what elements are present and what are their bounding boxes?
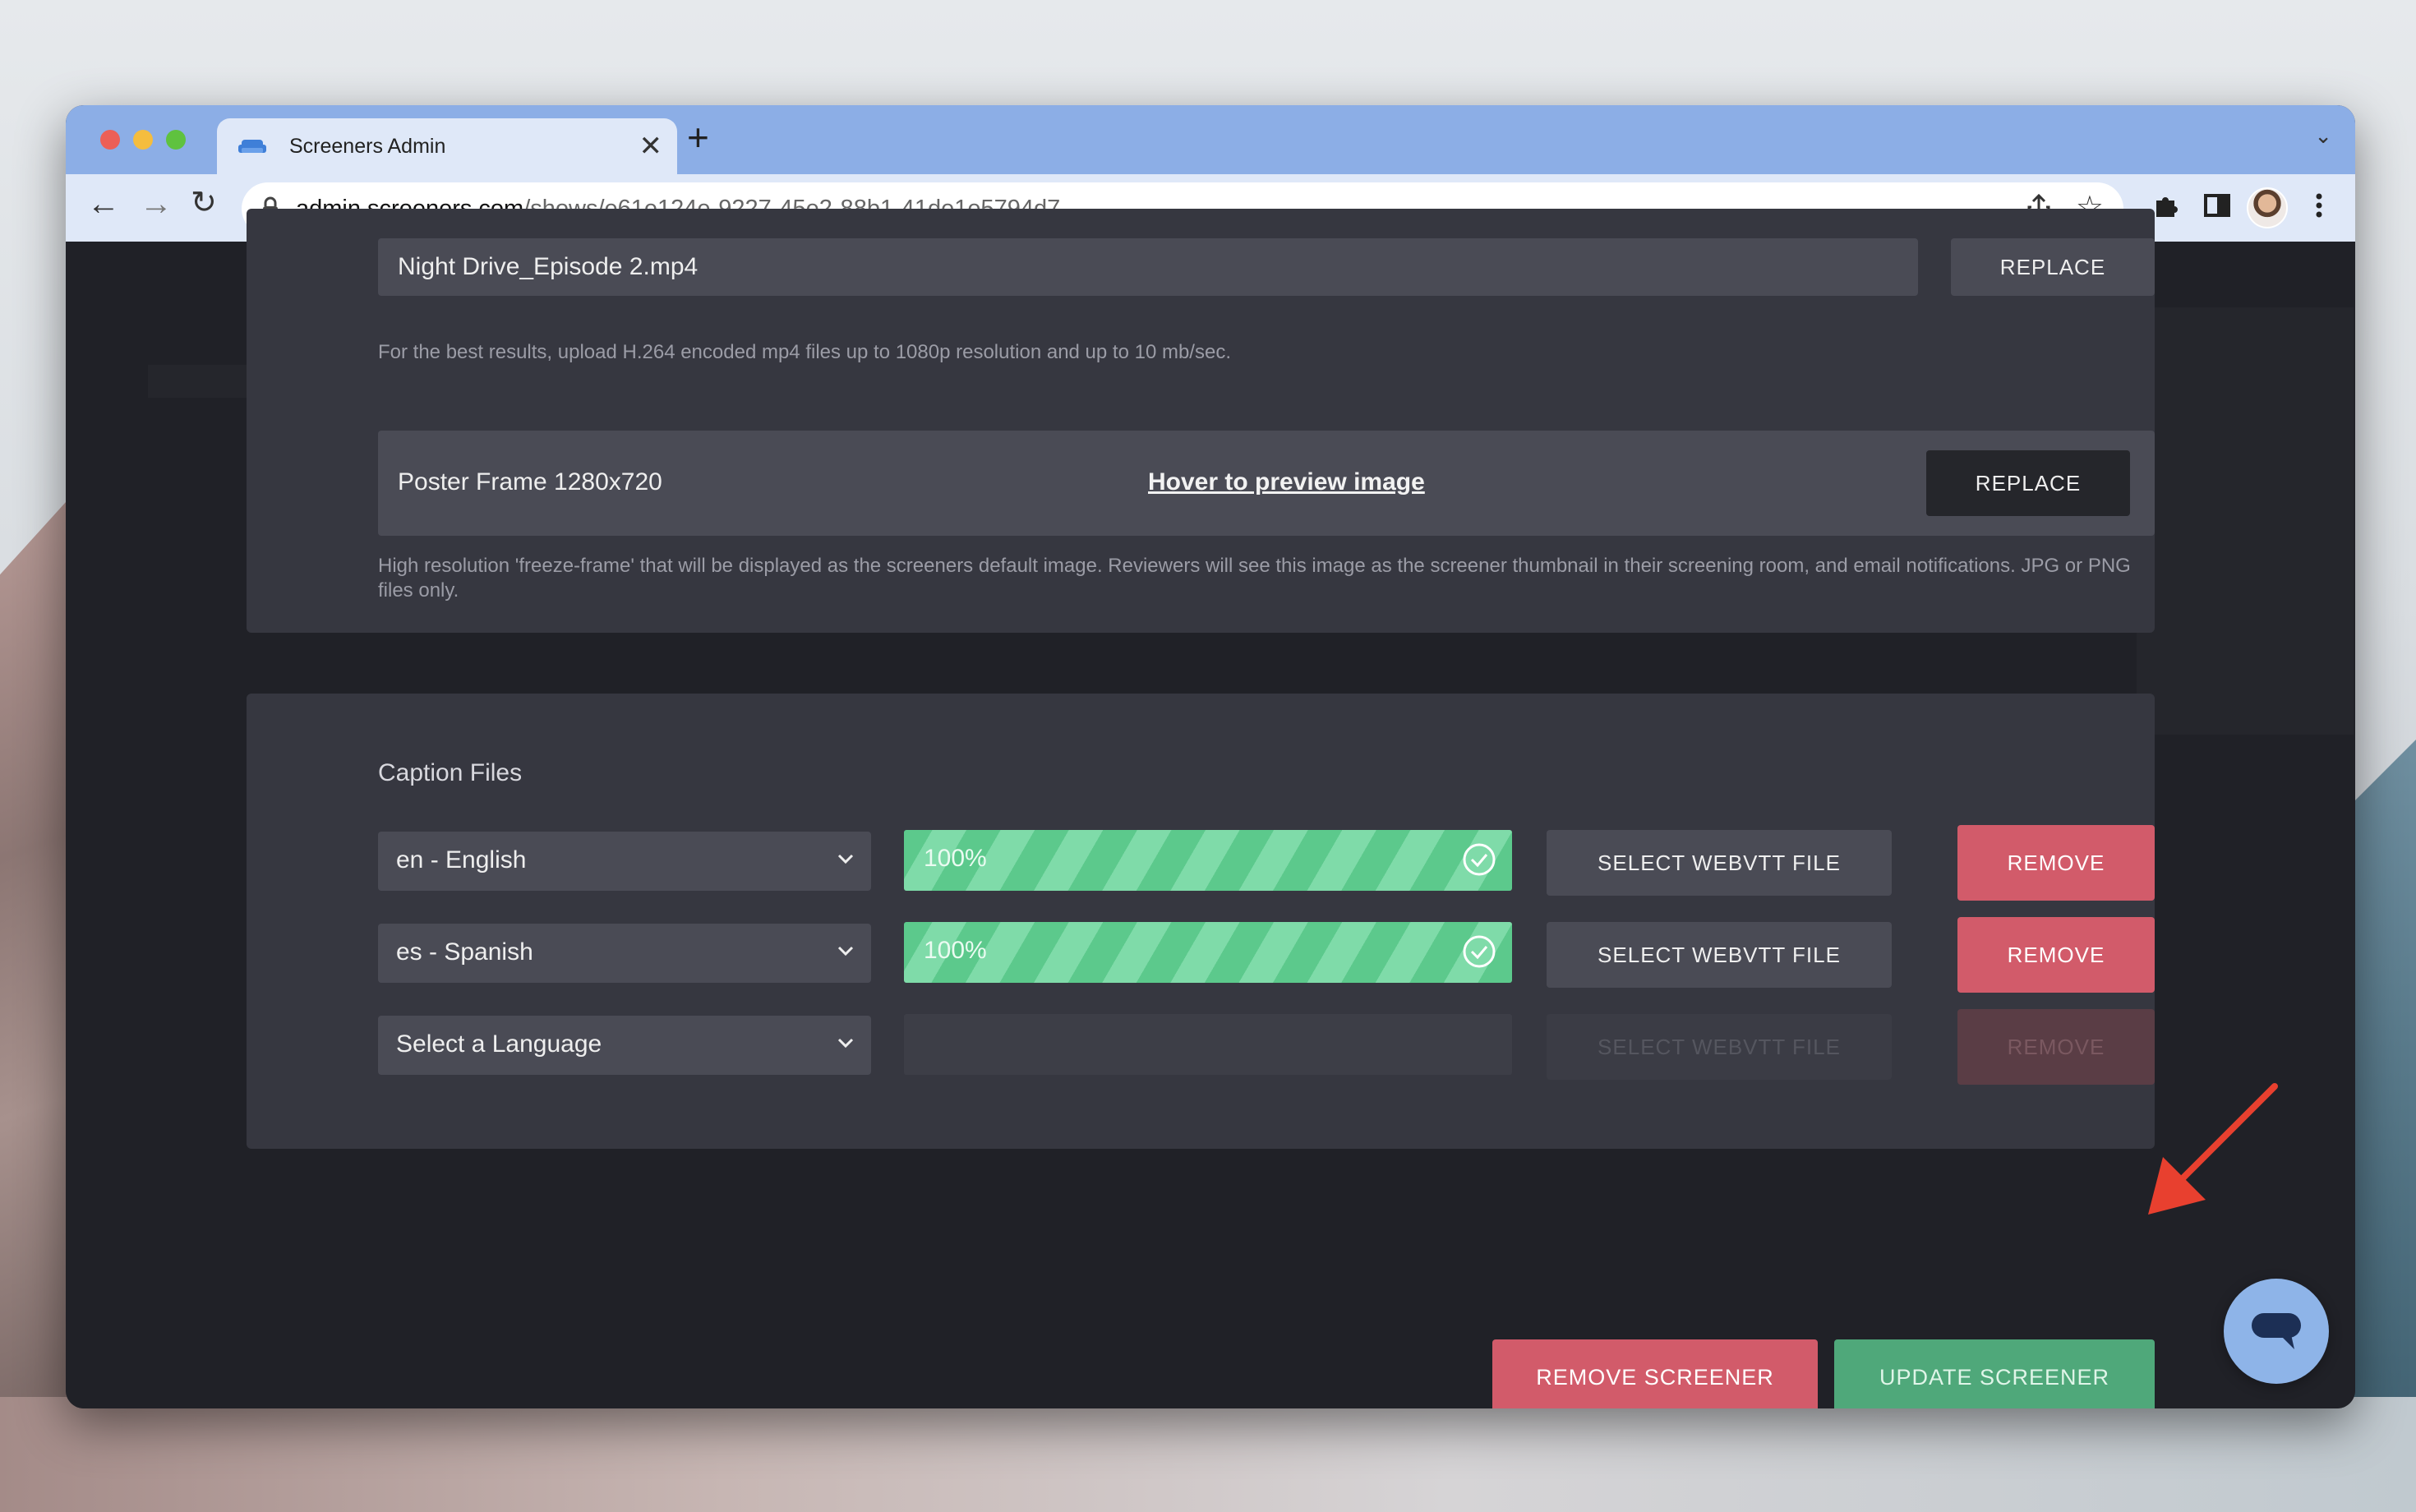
remove-caption-button-3: REMOVE: [1957, 1009, 2155, 1085]
tab-search-chevron-icon[interactable]: ⌄: [2314, 123, 2332, 149]
chat-bubble-icon: [2252, 1313, 2301, 1349]
caption-language-value: es - Spanish: [396, 938, 533, 966]
browser-window: Screeners Admin ✕ + ⌄ ← → ↻ admin.screen…: [66, 105, 2355, 1408]
more-menu-icon[interactable]: [2311, 189, 2327, 222]
chat-launcher-button[interactable]: [2224, 1279, 2329, 1384]
poster-frame-field: Poster Frame 1280x720 Hover to preview i…: [378, 431, 2155, 536]
hover-preview-link[interactable]: Hover to preview image: [1148, 468, 1425, 496]
select-webvtt-button-3: SELECT WEBVTT FILE: [1547, 1014, 1892, 1080]
forward-arrow-icon[interactable]: →: [140, 187, 173, 220]
page-content: Night Drive_Episode 2.mp4 REPLACE For th…: [66, 209, 2355, 1408]
background-panel-ghost: [2137, 307, 2354, 735]
check-circle-icon: [1463, 843, 1496, 876]
remove-caption-button-2[interactable]: REMOVE: [1957, 917, 2155, 993]
poster-hint: High resolution 'freeze-frame' that will…: [378, 555, 2131, 602]
caption-upload-progress-3: [904, 1014, 1512, 1075]
caption-upload-progress-2: 100%: [904, 922, 1512, 983]
progress-percent: 100%: [924, 845, 987, 872]
new-tab-button[interactable]: +: [687, 118, 709, 156]
video-file-field: Night Drive_Episode 2.mp4: [378, 238, 1918, 296]
remove-caption-button-1[interactable]: REMOVE: [1957, 825, 2155, 901]
caption-files-title: Caption Files: [378, 759, 523, 786]
video-hint: For the best results, upload H.264 encod…: [378, 341, 1231, 363]
sofa-icon: [238, 140, 266, 153]
caption-upload-progress-1: 100%: [904, 830, 1512, 891]
zoom-window-button[interactable]: [166, 130, 186, 150]
minimize-window-button[interactable]: [133, 130, 153, 150]
back-arrow-icon[interactable]: ←: [87, 187, 120, 220]
caption-language-select-3[interactable]: Select a Language: [378, 1016, 871, 1075]
caption-language-select-2[interactable]: es - Spanish: [378, 924, 871, 983]
extensions-puzzle-icon[interactable]: [2150, 189, 2183, 222]
video-settings-card: Night Drive_Episode 2.mp4 REPLACE For th…: [247, 209, 2155, 633]
check-circle-icon: [1463, 935, 1496, 968]
tab-strip: Screeners Admin ✕ + ⌄: [66, 105, 2355, 174]
chevron-down-icon: [837, 1038, 854, 1049]
profile-avatar[interactable]: [2247, 187, 2288, 228]
background-sidebar-ghost: [148, 365, 247, 398]
annotation-arrow-icon: [2148, 1083, 2278, 1215]
remove-screener-button[interactable]: REMOVE SCREENER: [1492, 1339, 1818, 1408]
close-window-button[interactable]: [100, 130, 120, 150]
replace-poster-button[interactable]: REPLACE: [1926, 450, 2130, 516]
replace-video-button[interactable]: REPLACE: [1951, 238, 2155, 296]
caption-language-value: Select a Language: [396, 1030, 602, 1058]
chevron-down-icon: [837, 946, 854, 957]
select-webvtt-button-1[interactable]: SELECT WEBVTT FILE: [1547, 830, 1892, 896]
select-webvtt-button-2[interactable]: SELECT WEBVTT FILE: [1547, 922, 1892, 988]
video-file-name: Night Drive_Episode 2.mp4: [398, 253, 699, 280]
desktop-wallpaper-left: [0, 493, 74, 1512]
caption-language-select-1[interactable]: en - English: [378, 832, 871, 891]
tab-title: Screeners Admin: [289, 135, 446, 158]
caption-files-card: Caption Files en - English 100% SELECT W…: [247, 694, 2155, 1149]
tab-close-icon[interactable]: ✕: [639, 130, 663, 163]
caption-language-value: en - English: [396, 846, 527, 874]
chevron-down-icon: [837, 854, 854, 864]
poster-frame-label: Poster Frame 1280x720: [398, 468, 662, 496]
update-screener-button[interactable]: UPDATE SCREENER: [1834, 1339, 2155, 1408]
progress-percent: 100%: [924, 937, 987, 964]
desktop-wallpaper-bottom: [0, 1397, 2416, 1512]
reload-icon[interactable]: ↻: [191, 187, 217, 219]
tab-screeners-admin[interactable]: Screeners Admin ✕: [217, 118, 677, 174]
side-panel-icon[interactable]: [2201, 189, 2234, 222]
